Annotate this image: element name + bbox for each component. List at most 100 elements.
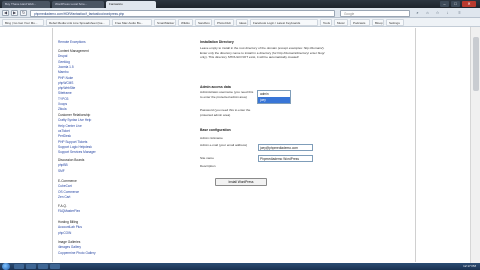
sidebar-link[interactable]: Support Services Manager (58, 150, 96, 154)
group-heading: Hosting Billing (58, 220, 79, 224)
sidebar-link[interactable]: TYPO3 (58, 97, 89, 101)
sidebar-link[interactable]: PerlDesk (58, 134, 96, 138)
close-button[interactable]: ✕ (462, 1, 476, 7)
taskbar-app-icon[interactable] (38, 264, 48, 269)
admin-user-dropdown[interactable]: admin joey (257, 90, 291, 104)
search-input[interactable]: Google (340, 9, 410, 17)
sidebar-link[interactable]: Geeklog (58, 60, 89, 64)
group-discussion-boards: Discussion Boards phpBB SMF (58, 158, 84, 174)
group-faq: F.A.Q. FAQMasterFlex (58, 204, 80, 215)
bookmark-item[interactable]: Bloop (372, 19, 384, 26)
address-bar[interactable]: phpmediademo.com/HDR/fantastico/f_fantas… (30, 9, 335, 17)
bookmark-item[interactable]: Free Mac Audio Bo... (112, 19, 152, 26)
sidebar-link[interactable]: Zen Cart (58, 195, 79, 199)
star-icon[interactable]: ☆ (434, 10, 441, 16)
bookmark-item[interactable]: Podcasts (350, 19, 370, 26)
group-hosting-billing: Hosting Billing AccountLab Plus phpCOIN (58, 220, 82, 236)
sidebar-link[interactable]: OS Commerce (58, 190, 79, 194)
sidebar-link[interactable]: PHP-Nuke (58, 76, 89, 80)
bookmark-item[interactable]: Ideas (236, 19, 248, 26)
taskbar-clock[interactable]: 12:17 PM (420, 264, 478, 269)
install-dir-heading: Installation Directory (200, 40, 234, 44)
group-image-galleries: Image Galleries 4images Gallery Coppermi… (58, 240, 96, 256)
sidebar-link[interactable]: phpWebSite (58, 86, 89, 90)
search-icon[interactable]: ⌕ (414, 10, 421, 16)
sidebar-link[interactable]: Zikula (58, 107, 89, 111)
sidebar-link[interactable]: Help Center Live (58, 124, 96, 128)
sidebar-link[interactable]: 4images Gallery (58, 245, 96, 249)
bookmarks-bar: Bing | Go Get Your Mu... Rebel Media Lin… (0, 18, 480, 27)
group-heading: E-Commerce (58, 179, 77, 183)
taskbar-app-icon[interactable] (14, 264, 24, 269)
dropdown-option-selected[interactable]: joey (258, 97, 290, 103)
sidebar-link[interactable]: AccountLab Plus (58, 225, 82, 229)
email-label: Admin e-mail (your email address) (200, 143, 248, 147)
taskbar-app-icon[interactable] (50, 264, 60, 269)
base-config-heading: Base configuration (200, 128, 231, 132)
bookmark-item[interactable]: PhotoClub (214, 19, 234, 26)
bookmark-item[interactable]: Sandbox (195, 19, 212, 26)
tab-fantastico[interactable]: Fantastico (106, 1, 156, 8)
sidebar-link[interactable]: FAQMasterFlex (58, 209, 80, 213)
group-content-management: Content Management Drupal Geeklog Joomla… (58, 49, 89, 113)
group-customer-relationship: Customer Relationship Crafty Syntax Live… (58, 113, 96, 155)
install-dir-help: Leave empty to install in the root direc… (200, 46, 325, 60)
taskbar: 12:17 PM (0, 263, 480, 270)
tab-1[interactable]: Buy Thane Hard Web... (2, 1, 50, 8)
sidebar-link[interactable]: CubeCart (58, 184, 79, 188)
group-e-commerce: E-Commerce CubeCart OS Commerce Zen Cart (58, 179, 79, 200)
sidebar-link[interactable]: Siteframe (58, 91, 89, 95)
password-label: Password (you need this to enter the pro… (200, 108, 251, 117)
bookmark-item[interactable]: Settings (386, 19, 404, 26)
maximize-button[interactable]: □ (451, 1, 460, 7)
description-label: Description (200, 164, 216, 168)
download-icon[interactable]: ↓ (444, 10, 451, 16)
sitename-label: Site name (200, 156, 214, 160)
group-heading: Customer Relationship (58, 113, 91, 117)
sidebar-link[interactable]: phpCOIN (58, 231, 82, 235)
group-heading: Image Galleries (58, 240, 81, 244)
sidebar-link[interactable]: Drupal (58, 54, 89, 58)
sitename-input[interactable]: Phpmediademo WordPress (258, 155, 313, 162)
page-scrollbar[interactable] (470, 27, 480, 263)
sidebar-link[interactable]: osTicket (58, 129, 96, 133)
minimize-button[interactable]: – (440, 1, 449, 7)
sidebar-link[interactable]: PHP Support Tickets (58, 140, 96, 144)
admin-access-heading: Admin access data (200, 85, 231, 89)
browser-titlebar: Buy Thane Hard Web... WordPress Local Sc… (0, 0, 480, 8)
sidebar-link[interactable]: Joomla 1.5 (58, 65, 89, 69)
nickname-label: Admin nickname (200, 136, 223, 140)
back-icon[interactable]: ◀ (2, 10, 9, 16)
home-icon[interactable]: ⌂ (424, 10, 431, 16)
admin-user-label: Administrator-username (you need this to… (200, 90, 254, 99)
bookmark-item[interactable]: Wikitio (178, 19, 193, 26)
sidebar-link[interactable]: phpBB (58, 163, 84, 167)
sidebar-link[interactable]: Coppermine Photo Gallery (58, 251, 96, 255)
menu-icon[interactable]: ≡ (456, 10, 463, 16)
scrollbar-thumb[interactable] (473, 37, 479, 91)
sidebar-link[interactable]: Mambo (58, 70, 89, 74)
bookmark-item[interactable]: Facebook Login / Latest Keyboards (250, 19, 318, 26)
forward-icon[interactable]: ▶ (11, 10, 18, 16)
start-button[interactable] (2, 263, 10, 270)
sidebar-link[interactable]: Xoops (58, 102, 89, 106)
group-heading: Content Management (58, 49, 89, 53)
tab-2[interactable]: WordPress Local Scre... (52, 1, 104, 8)
sidebar-link[interactable]: SMF (58, 169, 84, 173)
sidebar-link[interactable]: Support Logic Helpdesk (58, 145, 96, 149)
sidebar-link[interactable]: Crafty Syntax Live Help (58, 118, 96, 122)
bookmark-item[interactable]: Music (334, 19, 348, 26)
bookmark-item[interactable]: Tools (320, 19, 332, 26)
sidebar-link[interactable]: Remote Exceptions (58, 40, 86, 44)
group-heading: Discussion Boards (58, 158, 85, 162)
bookmark-item[interactable]: Bing | Go Get Your Mu... (2, 19, 44, 26)
sidebar-top: Remote Exceptions (58, 40, 86, 45)
group-heading: F.A.Q. (58, 204, 67, 208)
reload-icon[interactable]: ↻ (20, 10, 27, 16)
taskbar-app-icon[interactable] (26, 264, 36, 269)
install-wordpress-button[interactable]: Install WordPress (215, 178, 267, 186)
bookmark-item[interactable]: Rebel Media Link Line Spreadsheet (Ge... (46, 19, 110, 26)
sidebar-link[interactable]: phpWCMS (58, 81, 89, 85)
email-input[interactable]: joey@phpmediademo.com (258, 144, 313, 151)
bookmark-item[interactable]: SmartMarker (154, 19, 176, 26)
